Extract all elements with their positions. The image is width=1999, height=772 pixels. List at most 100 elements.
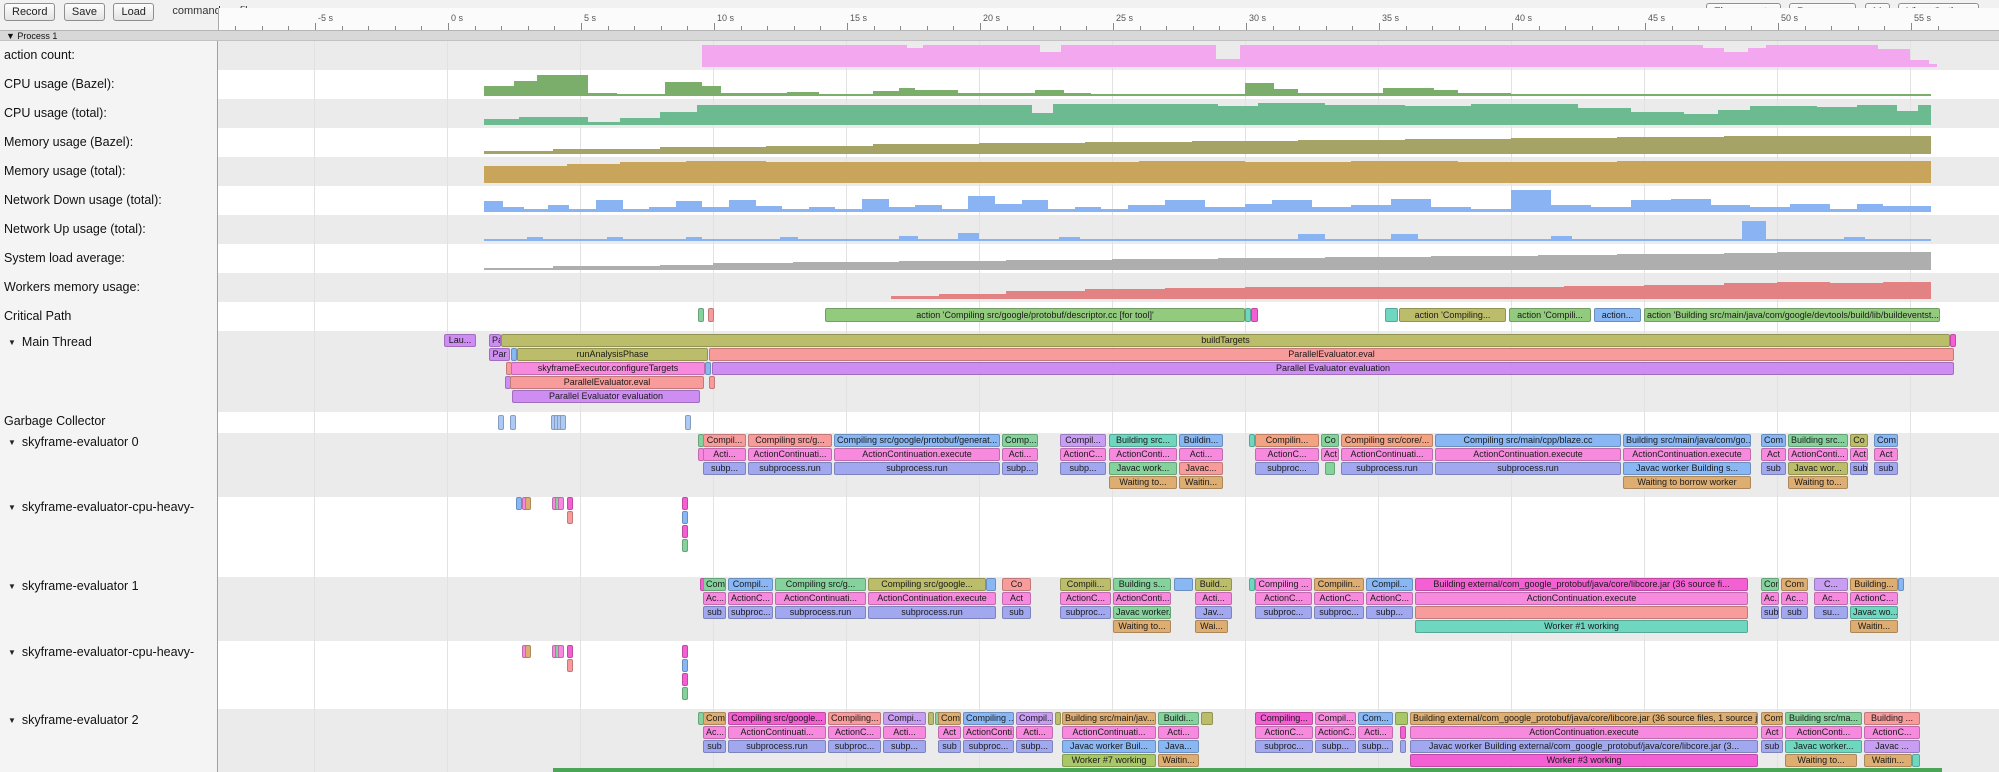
trace-segment[interactable]: Compiling src/g... (775, 578, 866, 591)
trace-segment[interactable]: subp... (1060, 462, 1106, 475)
trace-segment[interactable]: Comp... (1002, 434, 1038, 447)
trace-segment[interactable]: Com (1761, 712, 1783, 725)
trace-segment[interactable]: Co (1850, 434, 1868, 447)
trace-segment[interactable]: Waitin... (1850, 620, 1898, 633)
trace-segment[interactable]: Javac worker... (1113, 606, 1171, 619)
trace-segment[interactable] (1174, 578, 1193, 591)
trace-segment[interactable]: Javac work... (1109, 462, 1177, 475)
trace-segment[interactable]: Act (1850, 448, 1868, 461)
trace-segment[interactable] (682, 673, 688, 686)
trace-segment[interactable]: Javac wo... (1850, 606, 1898, 619)
trace-segment[interactable]: Compil... (1060, 434, 1106, 447)
trace-segment[interactable] (705, 362, 711, 375)
trace-segment[interactable]: Com (1761, 434, 1786, 447)
trace-segment[interactable] (682, 525, 688, 538)
trace-segment[interactable]: sub (703, 606, 726, 619)
trace-segment[interactable]: Javac worker... (1785, 740, 1862, 753)
trace-segment[interactable]: subp... (1016, 740, 1053, 753)
trace-segment[interactable]: subprocess.run (1341, 462, 1433, 475)
trace-segment[interactable]: Building src/ma... (1785, 712, 1862, 725)
trace-segment[interactable]: Building src... (1788, 434, 1848, 447)
trace-segment[interactable]: Ac... (703, 726, 726, 739)
trace-segment[interactable]: subproc... (728, 606, 773, 619)
collapse-arrow-icon[interactable]: ▼ (8, 582, 16, 591)
trace-segment[interactable]: runAnalysisPhase (517, 348, 708, 361)
trace-segment[interactable]: Parallel Evaluator evaluation (712, 362, 1954, 375)
trace-segment[interactable]: Building... (1850, 578, 1898, 591)
trace-segment[interactable]: ActionContinuati... (775, 592, 866, 605)
collapse-arrow-icon[interactable]: ▼ (8, 648, 16, 657)
trace-segment[interactable]: ParallelEvaluator.eval (709, 348, 1954, 361)
trace-segment[interactable]: Act (1321, 448, 1339, 461)
trace-segment[interactable]: Waiting to... (1113, 620, 1171, 633)
trace-segment[interactable]: Jav... (1195, 606, 1232, 619)
trace-segment[interactable]: ActionContinuati... (1062, 726, 1156, 739)
trace-segment[interactable]: ActionC... (1366, 592, 1413, 605)
trace-segment[interactable]: Com (1781, 578, 1808, 591)
trace-segment[interactable]: ActionC... (1255, 448, 1319, 461)
trace-segment[interactable]: subprocess.run (1435, 462, 1621, 475)
trace-segment[interactable]: sub (1850, 462, 1868, 475)
trace-segment[interactable]: ActionContinuati... (748, 448, 832, 461)
trace-segment[interactable]: Act (938, 726, 961, 739)
trace-segment[interactable]: subprocess.run (834, 462, 1000, 475)
trace-segment[interactable]: ActionC... (828, 726, 881, 739)
trace-segment[interactable]: Com (1874, 434, 1898, 447)
trace-segment[interactable]: sub (1761, 462, 1786, 475)
trace-segment[interactable]: subproc... (1314, 606, 1364, 619)
trace-segment[interactable] (1201, 712, 1213, 725)
track-label-skyframe-evaluator-cpu-heavy-[interactable]: ▼skyframe-evaluator-cpu-heavy- (4, 645, 194, 659)
trace-segment[interactable] (498, 415, 504, 430)
trace-segment[interactable]: subproc... (1255, 606, 1312, 619)
trace-segment[interactable] (567, 511, 573, 524)
trace-segment[interactable]: ActionContinuati... (728, 726, 826, 739)
trace-segment[interactable] (685, 415, 691, 430)
trace-segment[interactable]: Acti... (1358, 726, 1393, 739)
trace-segment[interactable]: subp... (1358, 740, 1393, 753)
trace-segment[interactable] (567, 659, 573, 672)
trace-segment[interactable]: subproc... (1255, 462, 1319, 475)
trace-segment[interactable]: Javac... (1179, 462, 1223, 475)
trace-segment[interactable]: Waiting to borrow worker (1623, 476, 1751, 489)
trace-segment[interactable]: C... (1814, 578, 1848, 591)
trace-segment[interactable]: Waiting to... (1785, 754, 1857, 767)
collapse-arrow-icon[interactable]: ▼ (8, 438, 16, 447)
trace-segment[interactable]: Worker #3 working (1410, 754, 1758, 767)
trace-segment[interactable] (682, 539, 688, 552)
trace-segment[interactable]: Parallel Evaluator evaluation (512, 390, 700, 403)
trace-segment[interactable]: Building src... (1109, 434, 1177, 447)
trace-segment[interactable]: Javac worker Buil... (1062, 740, 1156, 753)
trace-segment[interactable]: Ac... (703, 592, 726, 605)
trace-segment[interactable]: Building src/main/jav... (1062, 712, 1156, 725)
trace-segment[interactable] (708, 308, 714, 322)
trace-segment[interactable]: sub (1874, 462, 1898, 475)
trace-segment[interactable] (1055, 712, 1061, 725)
trace-segment[interactable]: Acti... (1179, 448, 1223, 461)
trace-segment[interactable] (525, 645, 531, 658)
trace-segment[interactable]: Compil... (1315, 712, 1356, 725)
trace-segment[interactable] (1912, 754, 1920, 767)
trace-segment[interactable]: Lau... (444, 334, 476, 347)
trace-segment[interactable] (1400, 740, 1406, 753)
collapse-arrow-icon[interactable]: ▼ (8, 338, 16, 347)
trace-segment[interactable]: ActionConti... (1788, 448, 1848, 461)
trace-segment[interactable]: action 'Compili... (1509, 308, 1591, 322)
trace-segment[interactable]: Worker #7 working (1062, 754, 1156, 767)
trace-segment[interactable]: Worker #1 working (1415, 620, 1748, 633)
trace-segment[interactable]: Acti... (883, 726, 926, 739)
trace-segment[interactable]: Acti... (1158, 726, 1199, 739)
trace-segment[interactable]: Com (703, 712, 726, 725)
trace-segment[interactable]: subproc... (1060, 606, 1111, 619)
trace-segment[interactable]: Compil... (1366, 578, 1413, 591)
trace-segment[interactable]: Compil... (728, 578, 773, 591)
trace-segment[interactable] (510, 415, 516, 430)
trace-segment[interactable] (1415, 606, 1748, 619)
trace-segment[interactable] (709, 376, 715, 389)
trace-segment[interactable]: Compiling src/google/protobuf/generat... (834, 434, 1000, 447)
track-label-skyframe-evaluator-1[interactable]: ▼skyframe-evaluator 1 (4, 579, 139, 593)
trace-segment[interactable]: Act (1761, 448, 1786, 461)
trace-segment[interactable]: action 'Compiling... (1399, 308, 1506, 322)
trace-segment[interactable]: Ac... (1761, 592, 1779, 605)
trace-segment[interactable]: Waiting to... (1109, 476, 1177, 489)
trace-segment[interactable]: ActionC... (1864, 726, 1920, 739)
